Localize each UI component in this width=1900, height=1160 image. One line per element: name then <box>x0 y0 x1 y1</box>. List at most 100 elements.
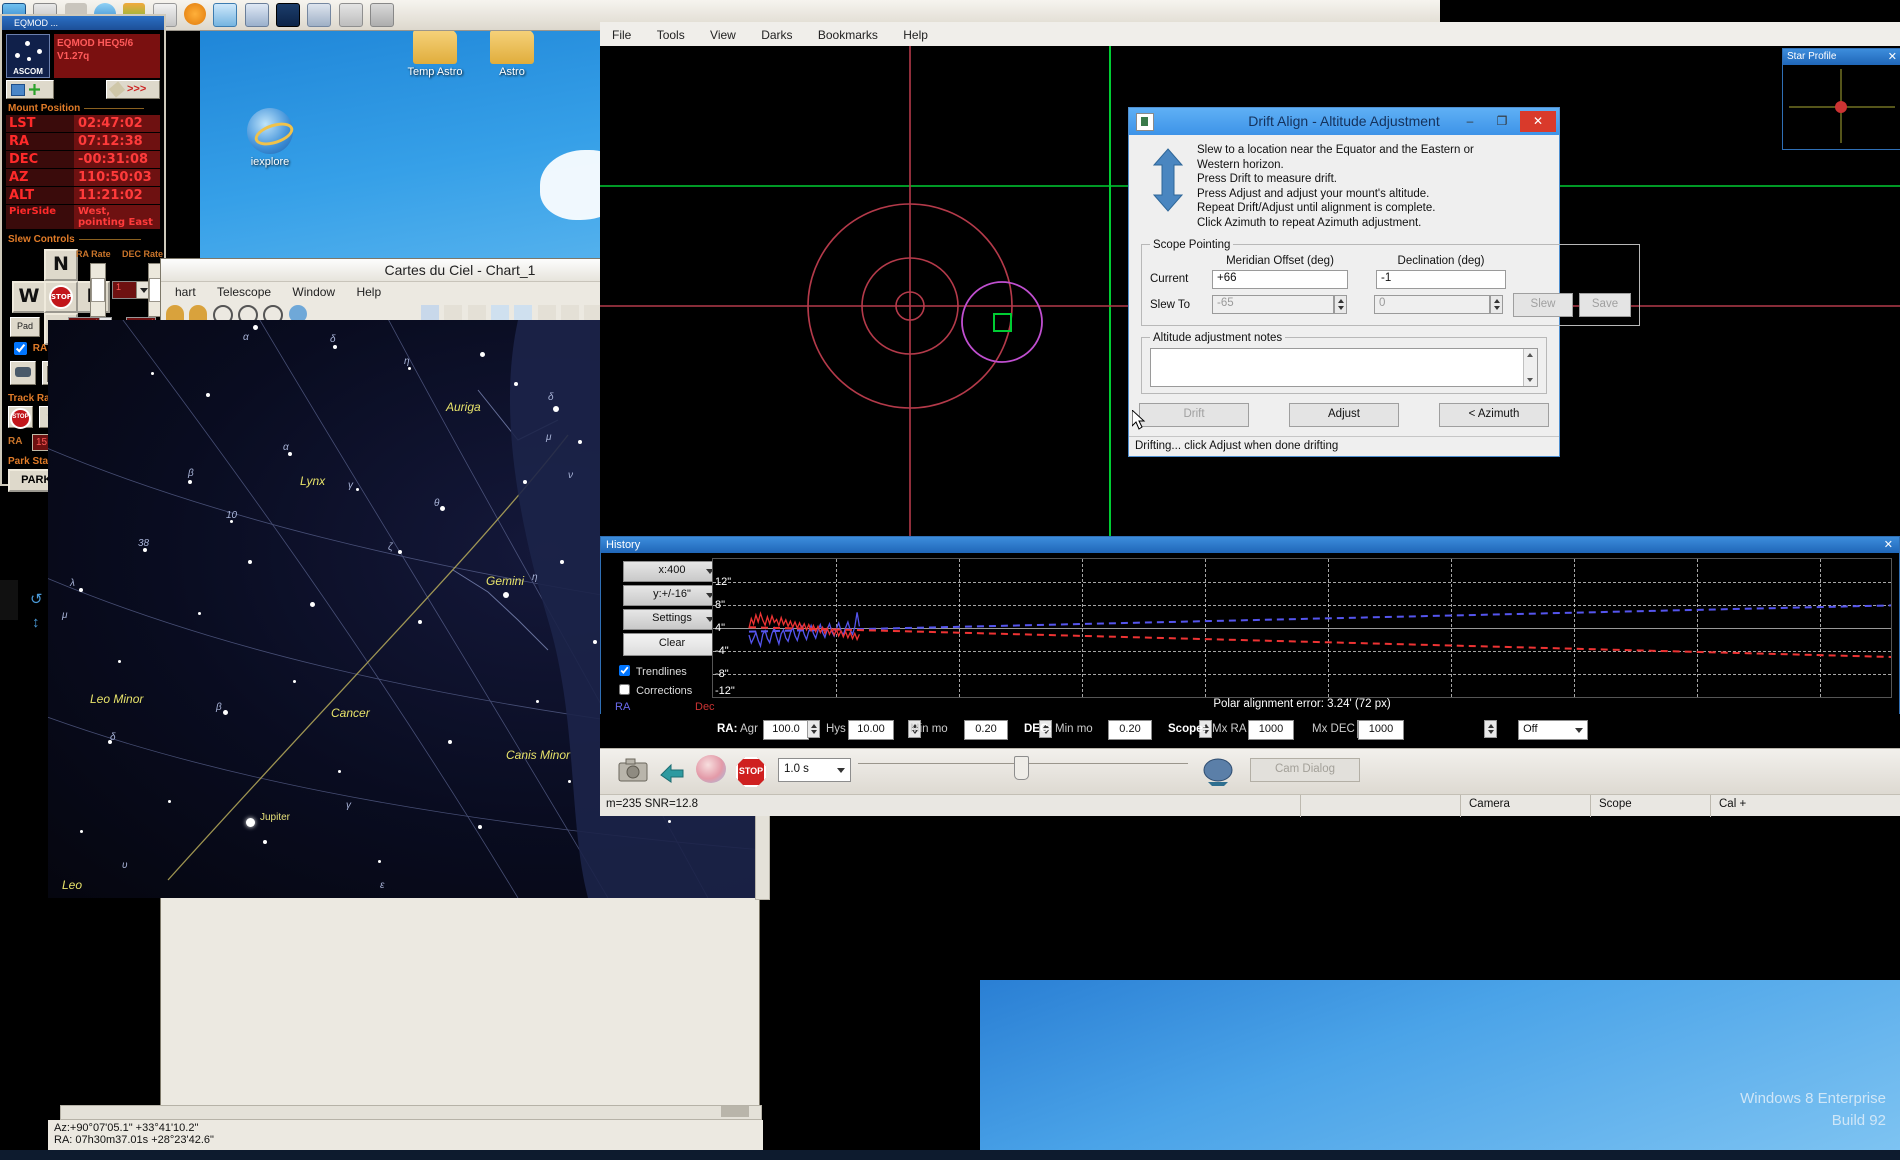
notes-scrollbar[interactable] <box>1523 348 1537 386</box>
hys-field[interactable]: 10.00 <box>848 720 894 740</box>
slew-north-button[interactable]: N <box>44 249 78 281</box>
sky-label-leo: Leo <box>62 878 83 892</box>
slew-declination-field[interactable]: 0 <box>1374 295 1490 315</box>
guiding-graph[interactable]: 12" 8" 4" -4" -8" -12" <box>712 558 1892 698</box>
track-stop-button[interactable]: STOP <box>8 406 33 429</box>
phd2-menu-bar[interactable]: File Tools View Darks Bookmarks Help <box>600 22 1900 49</box>
phd2-status-bar: m=235 SNR=12.8 Camera Scope Cal + <box>600 794 1900 817</box>
phd2-main-toolbar[interactable]: STOP 1.0 s Cam Dialog <box>600 748 1900 795</box>
phd2-menu-view[interactable]: View <box>710 22 736 48</box>
dec-mode-dropdown[interactable]: Off <box>1518 720 1589 740</box>
adjust-button[interactable]: Adjust <box>1289 402 1399 427</box>
alert-icon[interactable] <box>184 3 207 25</box>
altitude-notes-group: Altitude adjustment notes <box>1141 331 1547 394</box>
cam-dialog-button[interactable]: Cam Dialog <box>1250 758 1360 782</box>
mx-dec-field[interactable]: 1000 <box>1358 720 1404 740</box>
clear-button[interactable]: Clear <box>623 633 721 656</box>
save-button[interactable]: Save <box>1579 292 1631 317</box>
plus-icon <box>29 84 40 95</box>
drift-align-dialog[interactable]: Drift Align - Altitude Adjustment – ❐ ✕ … <box>1128 107 1640 457</box>
slew-button[interactable]: Slew <box>1513 292 1573 317</box>
camera-icon[interactable] <box>618 757 648 783</box>
ra-minmo-field[interactable]: 0.20 <box>964 720 1008 740</box>
eqmod-title-text: EQMOD ... <box>14 18 59 28</box>
dec-minmo-field[interactable]: 0.20 <box>1108 720 1152 740</box>
ra-reverse-input[interactable] <box>14 342 27 355</box>
loop-exposure-icon[interactable] <box>658 757 688 783</box>
slew-meridian-offset-field[interactable]: -65 <box>1212 295 1334 315</box>
cdc-horizontal-scrollbar[interactable] <box>60 1105 762 1120</box>
corrections-input[interactable] <box>619 684 630 695</box>
desktop-icon-temp-astro[interactable]: Temp Astro <box>400 30 470 78</box>
brain-icon[interactable] <box>1202 756 1234 786</box>
eqmod-model: EQMOD HEQ5/6 <box>57 38 134 49</box>
mx-dec-spinner[interactable] <box>1483 720 1497 738</box>
close-icon[interactable]: ✕ <box>1884 537 1893 553</box>
dec-mode-value: Off <box>1523 723 1538 735</box>
phd2-menu-bookmarks[interactable]: Bookmarks <box>818 22 878 48</box>
eqmod-version-banner: EQMOD HEQ5/6 V1.27q <box>54 34 160 78</box>
trendlines-input[interactable] <box>619 665 630 676</box>
ra-agr-field[interactable]: 100.0 <box>763 720 809 740</box>
maximize-button[interactable]: ❐ <box>1489 111 1515 132</box>
taskbar[interactable] <box>0 1150 1900 1160</box>
mouse-cursor <box>1131 408 1146 433</box>
gamma-slider[interactable] <box>858 756 1188 780</box>
history-title-bar[interactable]: History ✕ <box>601 537 1899 553</box>
ra-rate-slider[interactable] <box>90 263 106 317</box>
updown-arrow-icon[interactable]: ↕ <box>32 614 40 631</box>
cdc-menu-telescope[interactable]: Telescope <box>217 282 271 302</box>
binoculars-button[interactable] <box>10 361 36 385</box>
dec-rate-label: DEC Rate <box>122 249 164 259</box>
star-profile-panel[interactable]: Star Profile ✕ <box>1782 48 1900 150</box>
add-window-button[interactable] <box>6 80 54 99</box>
exposure-dropdown[interactable]: 1.0 s <box>778 758 851 782</box>
drift-align-title-bar[interactable]: Drift Align - Altitude Adjustment – ❐ ✕ <box>1129 108 1559 135</box>
guiding-parameters-bar[interactable]: RA: Agr 100.0 Hys 10.00 Min mo 0.20 DEC:… <box>600 714 1900 748</box>
corrections-label: Corrections <box>636 685 693 697</box>
expand-button[interactable]: >>> <box>106 80 160 99</box>
sky-icon[interactable] <box>276 3 301 27</box>
y-scale-dropdown[interactable]: y:+/-16" <box>623 585 721 606</box>
slew-west-button[interactable]: W <box>12 281 46 313</box>
x-scale-dropdown[interactable]: x:400 <box>623 561 721 582</box>
cdc-menu-chart[interactable]: hart <box>175 282 196 302</box>
slider-thumb[interactable] <box>1014 756 1029 780</box>
minimize-button[interactable]: – <box>1457 111 1483 132</box>
azimuth-button[interactable]: < Azimuth <box>1439 402 1549 427</box>
desktop-icon-astro[interactable]: Astro <box>477 30 547 78</box>
drift-button[interactable]: Drift <box>1139 402 1249 427</box>
stop-icon: STOP <box>49 285 73 309</box>
cdc-menu-help[interactable]: Help <box>356 282 381 302</box>
close-icon[interactable]: ✕ <box>1888 49 1897 65</box>
phd2-menu-darks[interactable]: Darks <box>761 22 792 48</box>
close-button[interactable]: ✕ <box>1520 111 1556 132</box>
phd2-menu-file[interactable]: File <box>612 22 631 48</box>
app-icon[interactable] <box>338 3 363 27</box>
mx-ra-field[interactable]: 1000 <box>1248 720 1294 740</box>
misc-icon[interactable] <box>370 3 395 27</box>
panel-icon[interactable] <box>307 3 332 27</box>
altitude-notes-textarea[interactable] <box>1150 347 1538 387</box>
slew-declination-spinner[interactable] <box>1490 295 1503 315</box>
current-declination-field[interactable]: -1 <box>1376 269 1506 289</box>
star-profile-title-bar[interactable]: Star Profile ✕ <box>1783 49 1900 65</box>
desktop-icon-iexplore[interactable]: iexplore <box>232 108 308 168</box>
slew-controls-section: Slew Controls <box>2 232 164 245</box>
window-icon[interactable] <box>244 3 269 27</box>
settings-dropdown[interactable]: Settings <box>623 609 721 630</box>
rotate-icon[interactable]: ↺ <box>30 590 43 608</box>
slew-stop-button[interactable]: STOP <box>44 281 78 313</box>
current-meridian-offset-field[interactable]: +66 <box>1212 269 1348 289</box>
slew-meridian-spinner[interactable] <box>1334 295 1347 315</box>
phd2-menu-help[interactable]: Help <box>903 22 928 48</box>
monitor-icon[interactable] <box>213 3 238 27</box>
settings-label: Settings <box>652 612 692 624</box>
stop-button[interactable]: STOP <box>736 757 766 787</box>
guide-star-icon[interactable] <box>696 755 726 783</box>
cdc-menu-window[interactable]: Window <box>292 282 335 302</box>
ra-agr-spinner[interactable] <box>807 720 820 738</box>
eqmod-title-bar[interactable]: EQMOD ... <box>2 16 164 30</box>
phd2-menu-tools[interactable]: Tools <box>657 22 685 48</box>
pad-button[interactable]: Pad <box>10 317 40 337</box>
